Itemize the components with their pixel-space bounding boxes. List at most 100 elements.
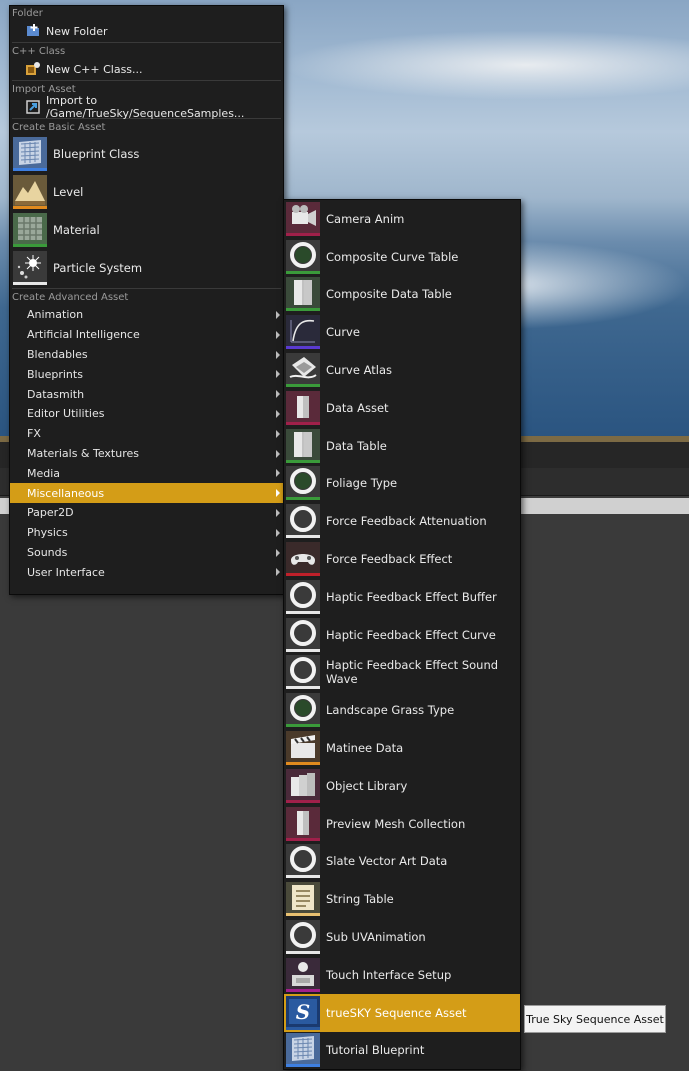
- data-table-icon: [286, 428, 320, 463]
- advanced-category-item[interactable]: Editor Utilities: [10, 404, 283, 424]
- misc-asset-item[interactable]: Force Feedback Effect: [284, 540, 520, 578]
- misc-asset-item[interactable]: Landscape Grass Type: [284, 691, 520, 729]
- advanced-category-item[interactable]: Blendables: [10, 345, 283, 365]
- misc-asset-item[interactable]: Haptic Feedback Effect Sound Wave: [284, 654, 520, 692]
- basic-asset-label: Level: [53, 185, 84, 199]
- misc-asset-item[interactable]: Haptic Feedback Effect Curve: [284, 616, 520, 654]
- misc-asset-item[interactable]: Curve Atlas: [284, 351, 520, 389]
- string-table-icon: [286, 882, 320, 917]
- chevron-right-icon: [276, 469, 280, 478]
- misc-asset-label: Foliage Type: [326, 476, 398, 491]
- chevron-right-icon: [276, 390, 280, 399]
- misc-asset-label: Slate Vector Art Data: [326, 854, 448, 869]
- misc-asset-item[interactable]: Object Library: [284, 767, 520, 805]
- misc-asset-label: Object Library: [326, 778, 408, 793]
- chevron-right-icon: [276, 429, 280, 438]
- chevron-right-icon: [276, 409, 280, 418]
- advanced-category-item[interactable]: Materials & Textures: [10, 444, 283, 464]
- advanced-category-label: Media: [27, 466, 61, 480]
- basic-asset-item[interactable]: Blueprint Class: [10, 135, 283, 173]
- import-item[interactable]: Import to /Game/TrueSky/SequenceSamples.…: [10, 94, 283, 120]
- misc-asset-item[interactable]: Touch Interface Setup: [284, 956, 520, 994]
- advanced-category-label: FX: [27, 427, 41, 441]
- chevron-right-icon: [276, 568, 280, 577]
- object-library-icon: [286, 768, 320, 803]
- advanced-category-label: Editor Utilities: [27, 407, 105, 421]
- misc-asset-label: Curve: [326, 325, 360, 340]
- ring-icon: [286, 617, 320, 652]
- blueprint-icon: [13, 137, 47, 171]
- advanced-category-item[interactable]: Physics: [10, 523, 283, 543]
- preview-mesh-icon: [286, 806, 320, 841]
- misc-asset-item[interactable]: Preview Mesh Collection: [284, 805, 520, 843]
- cloud: [280, 30, 689, 100]
- misc-asset-item[interactable]: StrueSKY Sequence Asset: [284, 993, 520, 1032]
- curve-atlas-icon: [286, 353, 320, 388]
- misc-asset-item[interactable]: Foliage Type: [284, 465, 520, 503]
- touch-interface-icon: [286, 957, 320, 992]
- advanced-category-item[interactable]: Datasmith: [10, 384, 283, 404]
- misc-asset-item[interactable]: Composite Data Table: [284, 276, 520, 314]
- advanced-category-item[interactable]: Miscellaneous: [10, 483, 283, 503]
- misc-asset-label: Force Feedback Effect: [326, 552, 453, 567]
- curve-icon: [286, 315, 320, 350]
- advanced-category-item[interactable]: Animation: [10, 305, 283, 325]
- cpp-class-icon: [25, 61, 41, 77]
- misc-asset-item[interactable]: String Table: [284, 880, 520, 918]
- gamepad-icon: [286, 542, 320, 577]
- new-cpp-class-item[interactable]: New C++ Class...: [10, 59, 283, 79]
- basic-asset-label: Material: [53, 223, 100, 237]
- advanced-category-item[interactable]: Paper2D: [10, 503, 283, 523]
- camera-anim-icon: [286, 201, 320, 236]
- misc-asset-item[interactable]: Haptic Feedback Effect Buffer: [284, 578, 520, 616]
- misc-asset-item[interactable]: Tutorial Blueprint: [284, 1032, 520, 1070]
- new-folder-item[interactable]: New Folder: [10, 21, 283, 41]
- misc-asset-item[interactable]: Slate Vector Art Data: [284, 843, 520, 881]
- misc-asset-label: Composite Curve Table: [326, 249, 459, 264]
- misc-asset-item[interactable]: Data Table: [284, 427, 520, 465]
- chevron-right-icon: [276, 508, 280, 517]
- data-asset-icon: [286, 390, 320, 425]
- advanced-category-label: Animation: [27, 308, 84, 322]
- misc-asset-label: Haptic Feedback Effect Curve: [326, 627, 496, 642]
- ring-icon: [286, 579, 320, 614]
- misc-asset-label: Sub UVAnimation: [326, 930, 426, 945]
- advanced-category-item[interactable]: Artificial Intelligence: [10, 325, 283, 345]
- chevron-right-icon: [276, 489, 280, 498]
- advanced-category-item[interactable]: Media: [10, 463, 283, 483]
- misc-asset-label: Tutorial Blueprint: [326, 1043, 425, 1058]
- basic-asset-item[interactable]: Particle System: [10, 249, 283, 287]
- misc-asset-item[interactable]: Curve: [284, 313, 520, 351]
- advanced-category-item[interactable]: FX: [10, 424, 283, 444]
- chevron-right-icon: [276, 528, 280, 537]
- advanced-category-item[interactable]: Blueprints: [10, 364, 283, 384]
- misc-asset-item[interactable]: Data Asset: [284, 389, 520, 427]
- misc-asset-item[interactable]: Camera Anim: [284, 200, 520, 238]
- ring-icon: [286, 655, 320, 690]
- truesky-icon: S: [286, 995, 320, 1030]
- ring-icon: [286, 466, 320, 501]
- misc-asset-item[interactable]: Sub UVAnimation: [284, 918, 520, 956]
- misc-asset-item[interactable]: Force Feedback Attenuation: [284, 502, 520, 540]
- misc-asset-item[interactable]: Matinee Data: [284, 729, 520, 767]
- advanced-category-item[interactable]: Sounds: [10, 543, 283, 563]
- miscellaneous-submenu: Camera Anim Composite Curve Table Composit…: [283, 199, 521, 1070]
- misc-asset-label: Preview Mesh Collection: [326, 816, 466, 831]
- misc-asset-item[interactable]: Composite Curve Table: [284, 238, 520, 276]
- chevron-right-icon: [276, 311, 280, 319]
- section-header-advanced: Create Advanced Asset: [12, 292, 129, 303]
- section-header-folder: Folder: [12, 8, 43, 19]
- advanced-category-item[interactable]: User Interface: [10, 562, 283, 582]
- advanced-category-label: Physics: [27, 526, 68, 540]
- advanced-category-label: Miscellaneous: [27, 486, 105, 500]
- misc-asset-label: Camera Anim: [326, 211, 405, 226]
- new-folder-icon: [25, 23, 41, 39]
- advanced-category-label: User Interface: [27, 565, 105, 579]
- basic-asset-item[interactable]: Level: [10, 173, 283, 211]
- basic-asset-item[interactable]: Material: [10, 211, 283, 249]
- misc-asset-label: String Table: [326, 892, 394, 907]
- level-icon: [13, 175, 47, 209]
- advanced-category-label: Paper2D: [27, 506, 74, 520]
- ring-icon: [286, 920, 320, 955]
- chevron-right-icon: [276, 370, 280, 379]
